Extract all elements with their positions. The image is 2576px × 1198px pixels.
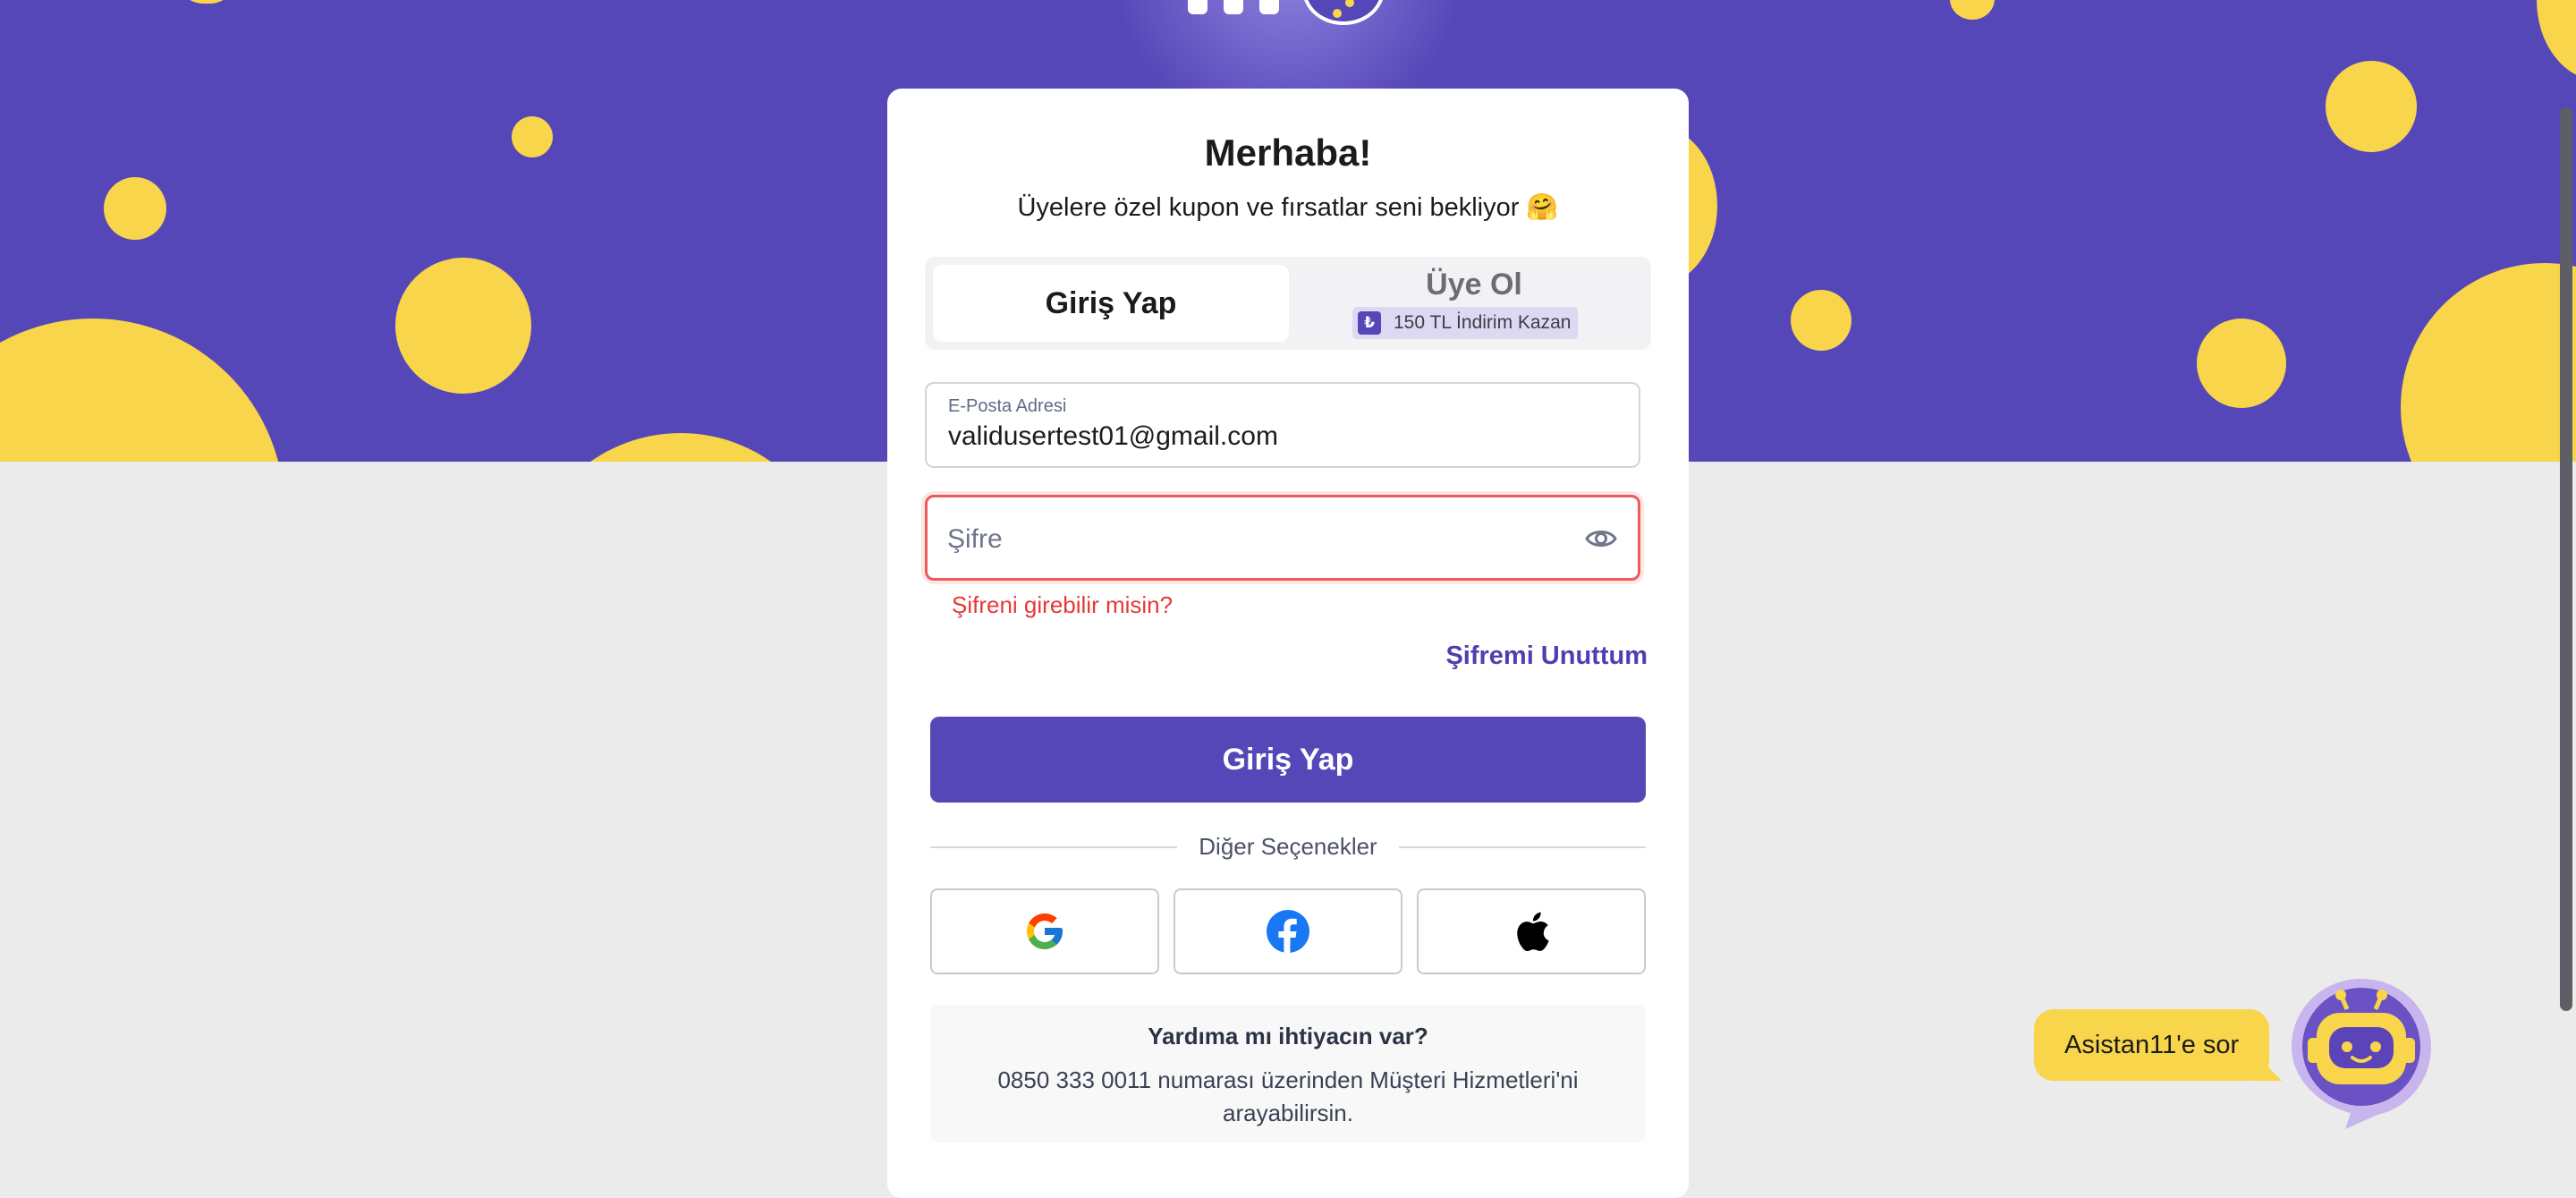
- facebook-icon: [1267, 910, 1309, 954]
- forgot-password-link[interactable]: Şifremi Unuttum: [1445, 641, 1648, 671]
- tab-login[interactable]: Giriş Yap: [933, 265, 1289, 342]
- tab-register[interactable]: Üye Ol ₺ 150 TL İndirim Kazan: [1297, 257, 1651, 350]
- password-placeholder: Şifre: [947, 524, 1003, 554]
- google-icon: [1027, 913, 1063, 949]
- other-options-divider: Diğer Seçenekler: [930, 833, 1646, 860]
- decor-dot: [175, 0, 238, 4]
- decor-dot: [2326, 61, 2417, 152]
- email-label: E-Posta Adresi: [948, 396, 1067, 416]
- decor-dot: [524, 433, 837, 462]
- scrollbar[interactable]: [2560, 107, 2572, 1011]
- apple-login-button[interactable]: [1417, 888, 1646, 974]
- email-value[interactable]: validusertest01@gmail.com: [948, 421, 1278, 452]
- other-options-label: Diğer Seçenekler: [1177, 833, 1399, 860]
- facebook-login-button[interactable]: [1174, 888, 1402, 974]
- decor-dot: [512, 116, 553, 157]
- auth-tabs: Giriş Yap Üye Ol ₺ 150 TL İndirim Kazan: [925, 257, 1651, 350]
- promo-badge: ₺ 150 TL İndirim Kazan: [1352, 307, 1579, 339]
- lira-icon: ₺: [1358, 311, 1381, 335]
- brand-logo[interactable]: [1182, 0, 1397, 43]
- password-field[interactable]: Şifre: [925, 495, 1640, 581]
- decor-dot: [0, 319, 284, 462]
- tab-register-label: Üye Ol: [1426, 268, 1522, 302]
- promo-text: 150 TL İndirim Kazan: [1394, 312, 1572, 333]
- page-title: Merhaba!: [1204, 132, 1372, 174]
- decor-dot: [395, 258, 531, 394]
- login-card: Merhaba! Üyelere özel kupon ve fırsatlar…: [887, 89, 1689, 1198]
- robot-icon[interactable]: [2288, 973, 2435, 1131]
- help-box: Yardıma mı ihtiyacın var? 0850 333 0011 …: [930, 1005, 1646, 1143]
- help-body: 0850 333 0011 numarası üzerinden Müşteri…: [997, 1066, 1579, 1126]
- assistant-button[interactable]: Asistan11'e sor: [2034, 1009, 2270, 1081]
- decor-dot: [2537, 0, 2576, 81]
- page-subtitle: Üyelere özel kupon ve fırsatlar seni bek…: [1017, 193, 1559, 222]
- decor-dot: [1950, 0, 1995, 20]
- apple-icon: [1517, 912, 1549, 952]
- eye-icon[interactable]: [1584, 523, 1618, 555]
- decor-dot: [2401, 263, 2576, 462]
- decor-dot: [1791, 290, 1852, 351]
- decor-dot: [2197, 319, 2286, 408]
- login-submit-button[interactable]: Giriş Yap: [930, 717, 1646, 803]
- password-error: Şifreni girebilir misin?: [952, 591, 1174, 618]
- google-login-button[interactable]: [930, 888, 1159, 974]
- email-field[interactable]: E-Posta Adresi validusertest01@gmail.com: [925, 382, 1640, 468]
- help-title: Yardıma mı ihtiyacın var?: [1148, 1023, 1428, 1049]
- decor-dot: [104, 177, 166, 240]
